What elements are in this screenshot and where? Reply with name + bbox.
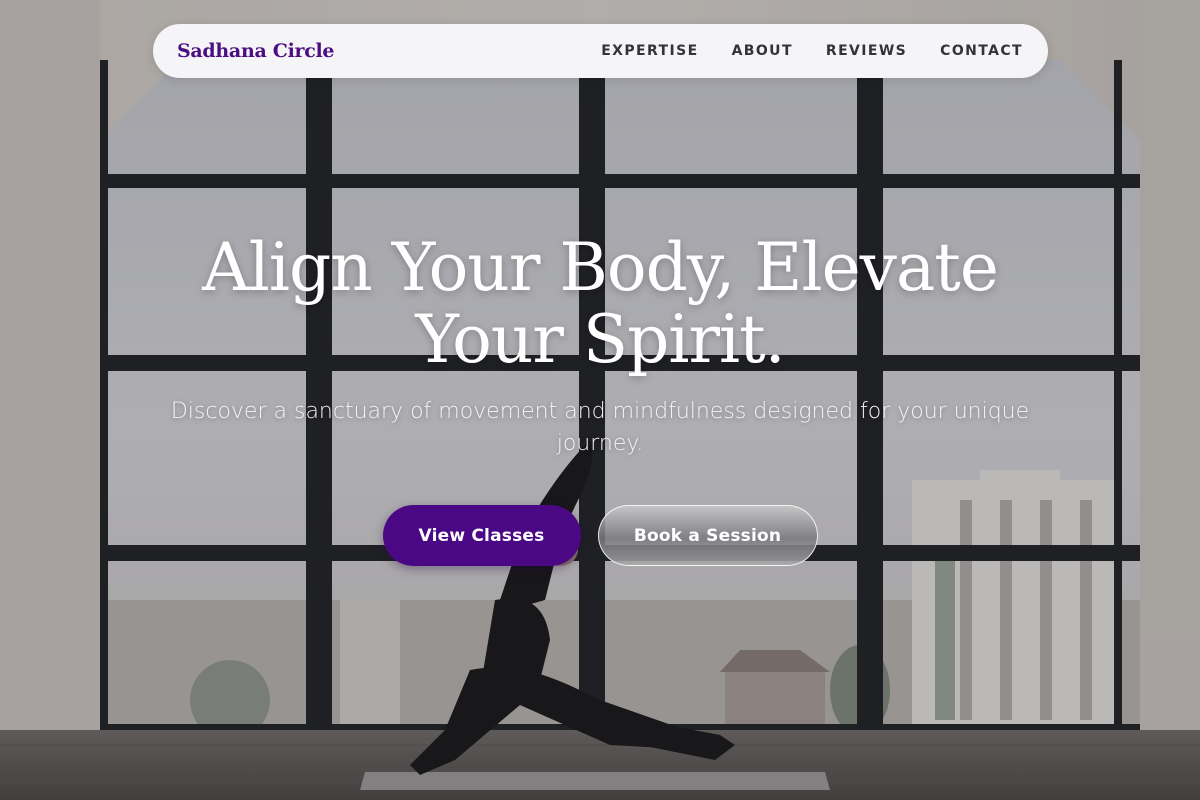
hero-title: Align Your Body, Elevate Your Spirit. xyxy=(160,232,1040,376)
book-session-button[interactable]: Book a Session xyxy=(597,505,818,566)
view-classes-button[interactable]: View Classes xyxy=(382,505,581,566)
nav-link-contact[interactable]: CONTACT xyxy=(940,43,1023,59)
brand-logo[interactable]: Sadhana Circle xyxy=(177,40,335,62)
hero-title-line1: Align Your Body, Elevate xyxy=(202,229,999,306)
nav-link-expertise[interactable]: EXPERTISE xyxy=(601,43,698,59)
hero-buttons: View Classes Book a Session xyxy=(0,505,1200,566)
hero-title-line2: Your Spirit. xyxy=(415,301,785,378)
nav-link-reviews[interactable]: REVIEWS xyxy=(826,43,907,59)
nav-links: EXPERTISE ABOUT REVIEWS CONTACT xyxy=(601,43,1023,59)
hero-section: Align Your Body, Elevate Your Spirit. Di… xyxy=(0,232,1200,460)
nav-link-about[interactable]: ABOUT xyxy=(732,43,793,59)
hero-subtitle: Discover a sanctuary of movement and min… xyxy=(170,399,1030,456)
top-navbar: Sadhana Circle EXPERTISE ABOUT REVIEWS C… xyxy=(153,24,1048,78)
